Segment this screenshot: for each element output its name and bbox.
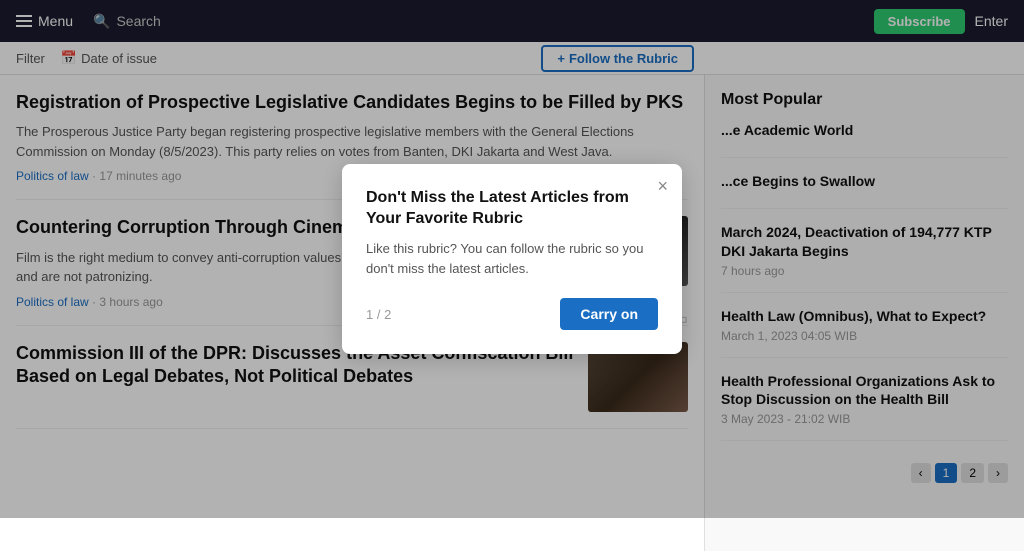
carry-on-button[interactable]: Carry on [560,298,658,330]
modal: × Don't Miss the Latest Articles from Yo… [342,164,682,355]
modal-close-button[interactable]: × [657,176,668,197]
modal-footer: 1 / 2 Carry on [366,298,658,330]
modal-pagination: 1 / 2 [366,307,391,322]
modal-title: Don't Miss the Latest Articles from Your… [366,188,658,230]
modal-body: Like this rubric? You can follow the rub… [366,239,658,278]
modal-overlay[interactable]: × Don't Miss the Latest Articles from Yo… [0,0,1024,518]
